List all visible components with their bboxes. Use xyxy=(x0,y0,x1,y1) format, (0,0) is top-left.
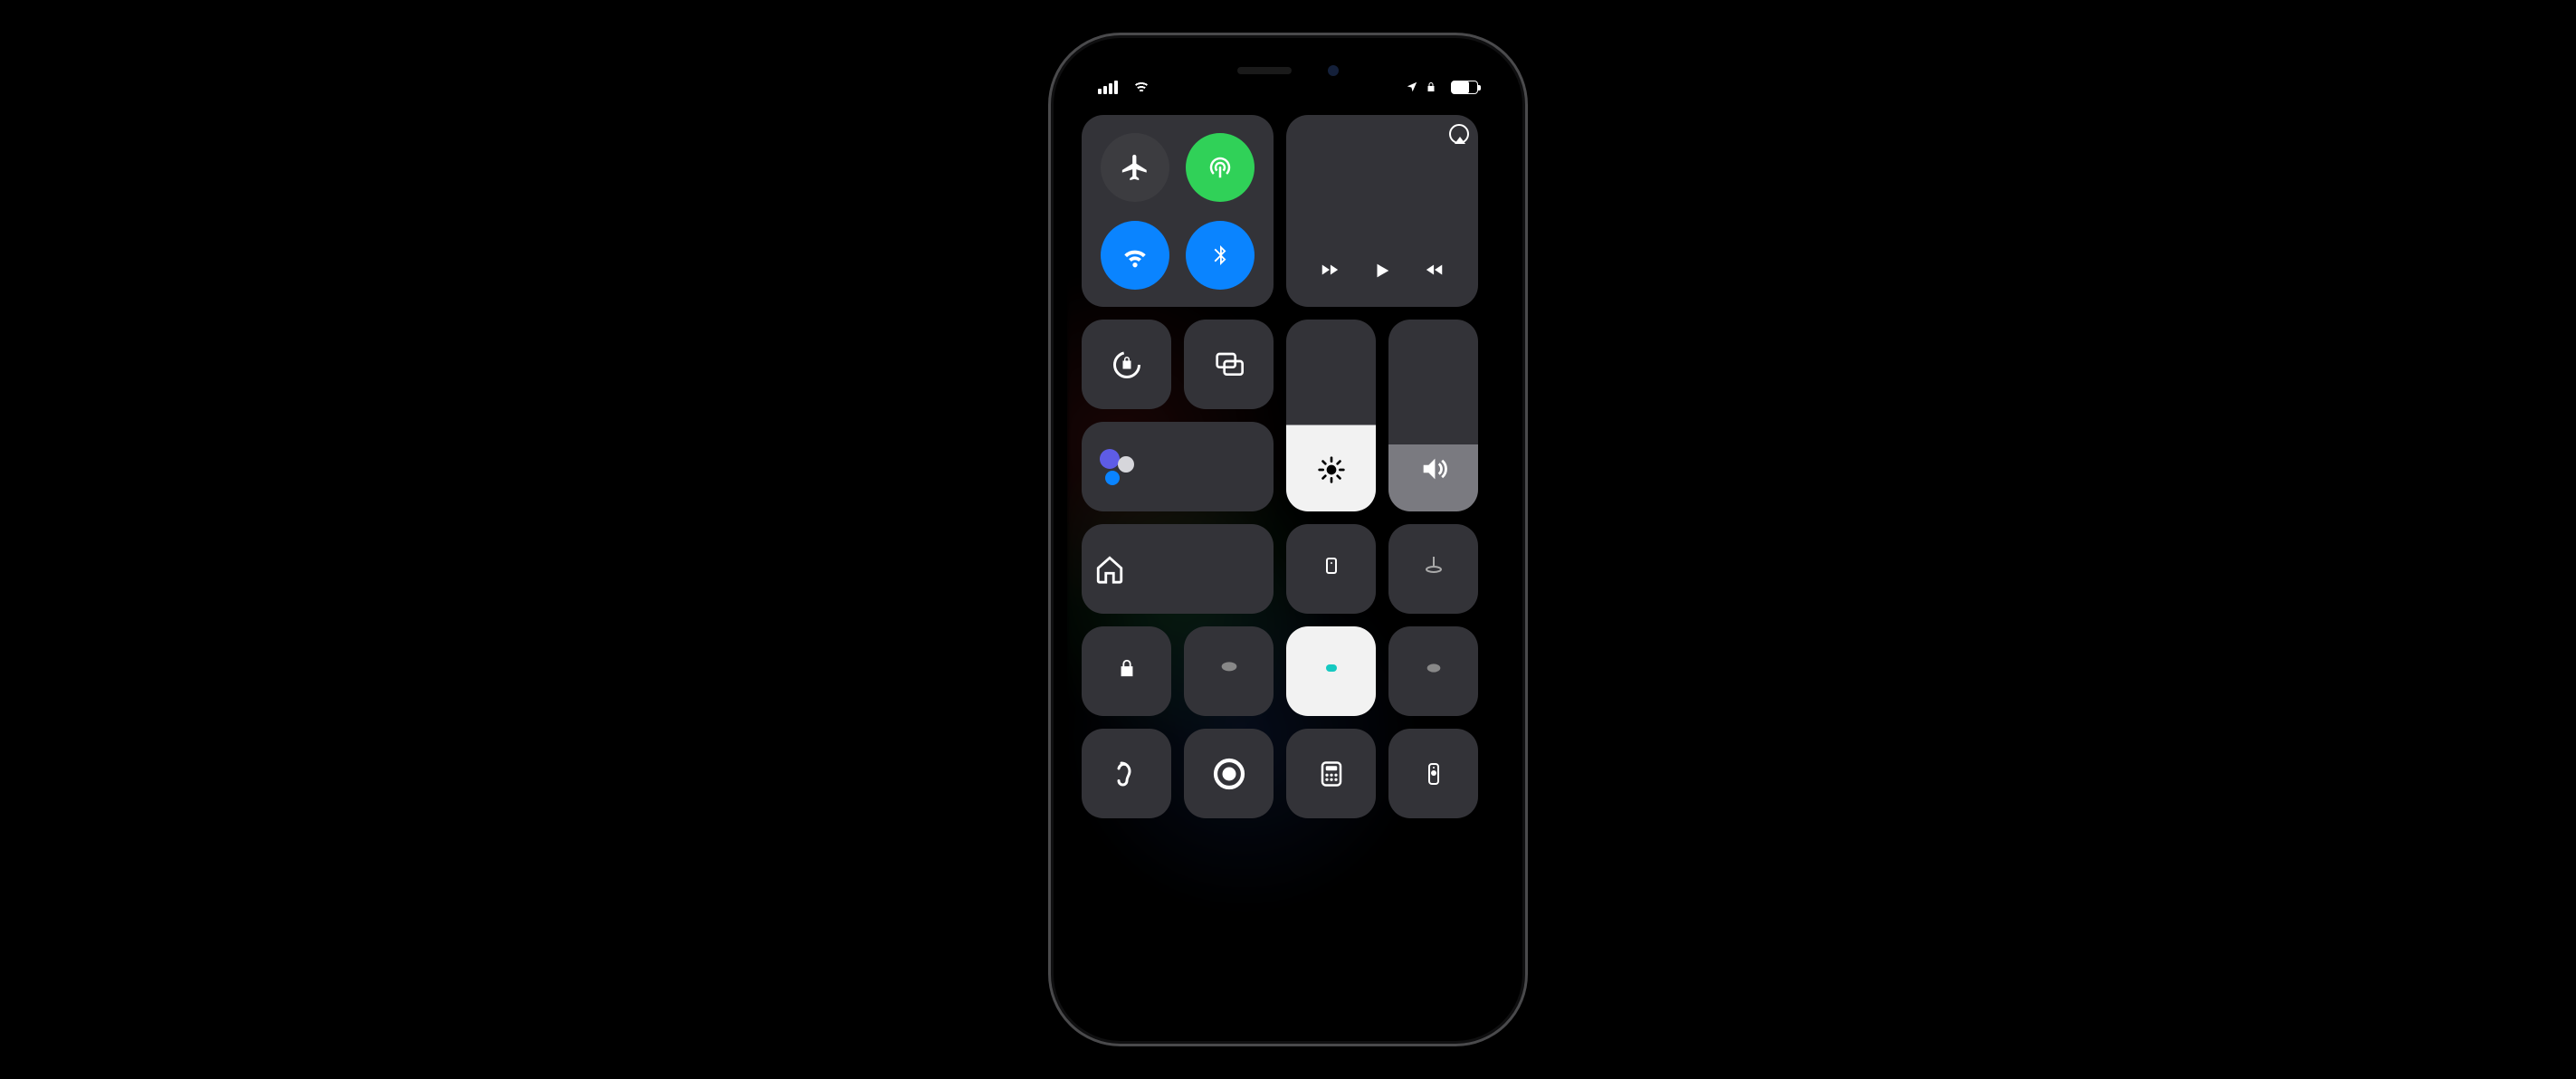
light-icon xyxy=(1217,659,1241,677)
home-tile-kitchen[interactable] xyxy=(1388,626,1478,716)
next-track-button[interactable] xyxy=(1423,260,1446,282)
fan-icon xyxy=(1423,555,1445,577)
home-tile-garage[interactable] xyxy=(1184,626,1274,716)
location-icon xyxy=(1406,81,1418,93)
battery-icon xyxy=(1451,81,1478,94)
calculator-button[interactable] xyxy=(1286,729,1376,818)
now-playing-tile[interactable] xyxy=(1286,115,1478,307)
lock-icon xyxy=(1117,657,1137,679)
bluetooth-toggle[interactable] xyxy=(1186,221,1255,290)
home-favorites-tile[interactable] xyxy=(1082,524,1274,614)
home-icon xyxy=(1094,554,1125,585)
prev-track-button[interactable] xyxy=(1318,260,1341,282)
signal-icon xyxy=(1098,81,1118,94)
wifi-icon xyxy=(1132,81,1150,93)
lock-icon xyxy=(1426,81,1436,93)
home-tile-foyer[interactable] xyxy=(1082,626,1171,716)
brightness-slider[interactable] xyxy=(1286,320,1376,511)
connectivity-tile[interactable] xyxy=(1082,115,1274,307)
light-icon xyxy=(1424,658,1444,678)
wifi-toggle[interactable] xyxy=(1101,221,1169,290)
focus-icon xyxy=(1100,449,1136,485)
home-tile-bedroom[interactable] xyxy=(1388,524,1478,614)
tv-remote-button[interactable] xyxy=(1388,729,1478,818)
hearing-button[interactable] xyxy=(1082,729,1171,818)
volume-slider[interactable] xyxy=(1388,320,1478,511)
notch xyxy=(1188,52,1388,90)
screen-mirroring-button[interactable] xyxy=(1184,320,1274,409)
airplay-icon[interactable] xyxy=(1449,124,1469,144)
screen-record-button[interactable] xyxy=(1184,729,1274,818)
focus-button[interactable] xyxy=(1082,422,1274,511)
airplane-toggle[interactable] xyxy=(1101,133,1169,202)
iphone-1 xyxy=(1048,33,1528,1046)
rotation-lock-button[interactable] xyxy=(1082,320,1171,409)
sensor-icon xyxy=(1321,555,1342,577)
thermostat-badge xyxy=(1326,664,1337,672)
play-button[interactable] xyxy=(1372,260,1392,282)
home-tile-hallway[interactable] xyxy=(1286,626,1376,716)
cellular-toggle[interactable] xyxy=(1186,133,1255,202)
home-tile-laundry[interactable] xyxy=(1286,524,1376,614)
